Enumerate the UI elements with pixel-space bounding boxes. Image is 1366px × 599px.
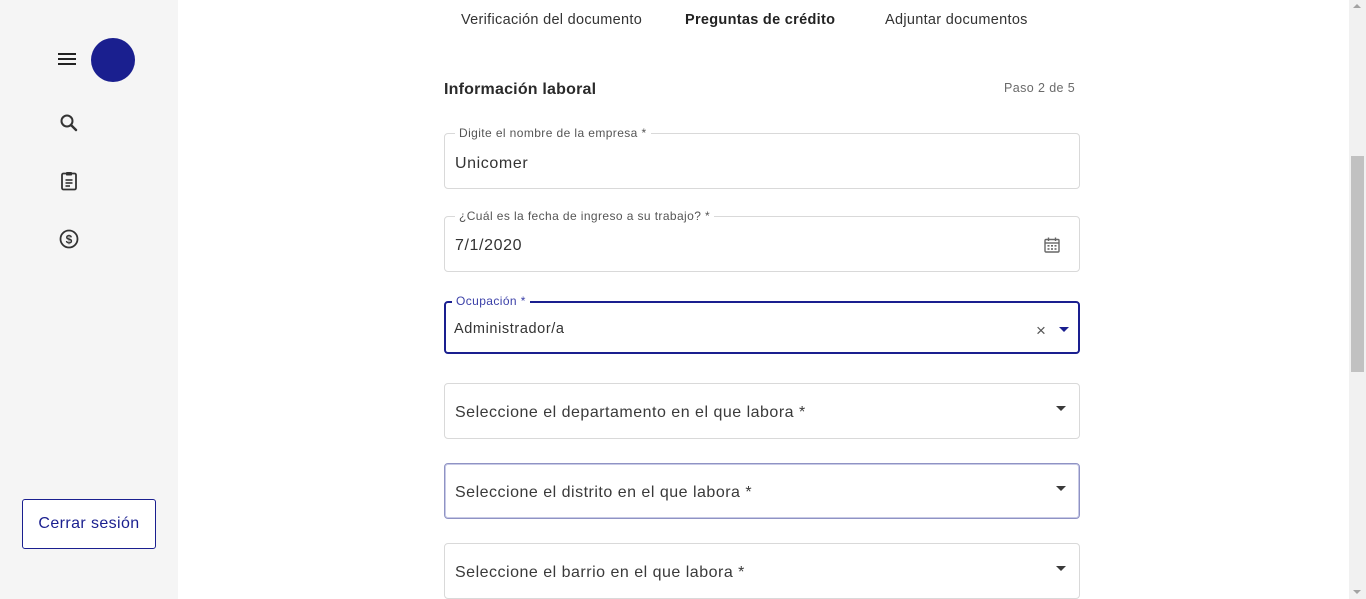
chevron-down-icon[interactable]: [1059, 327, 1069, 332]
section-title: Información laboral: [444, 81, 597, 98]
occupation-value: Administrador/a: [454, 321, 565, 337]
step-indicator: Paso 2 de 5: [1004, 81, 1076, 95]
occupation-select[interactable]: Ocupación * Administrador/a ×: [444, 294, 1080, 354]
district-select[interactable]: Seleccione el distrito en el que labora …: [444, 463, 1080, 519]
tab-credit-questions[interactable]: Preguntas de crédito: [685, 12, 835, 28]
scroll-up-icon[interactable]: [1353, 4, 1361, 8]
search-icon[interactable]: [58, 112, 80, 134]
logout-button[interactable]: Cerrar sesión: [22, 499, 156, 549]
clipboard-icon[interactable]: [58, 170, 80, 192]
start-date-value: 7/1/2020: [455, 237, 523, 254]
calendar-icon[interactable]: [1043, 236, 1061, 254]
neighborhood-select[interactable]: Seleccione el barrio en el que labora *: [444, 543, 1080, 599]
occupation-label: Ocupación *: [452, 294, 530, 308]
tab-document-verification[interactable]: Verificación del documento: [461, 12, 642, 28]
department-placeholder: Seleccione el departamento en el que lab…: [455, 404, 806, 421]
company-name-label: Digite el nombre de la empresa *: [455, 126, 651, 140]
chevron-down-icon[interactable]: [1056, 406, 1066, 411]
svg-text:$: $: [66, 233, 73, 247]
tab-attach-documents[interactable]: Adjuntar documentos: [885, 12, 1028, 28]
chevron-down-icon[interactable]: [1056, 486, 1066, 491]
start-date-field[interactable]: ¿Cuál es la fecha de ingreso a su trabaj…: [444, 209, 1080, 272]
scroll-down-icon[interactable]: [1353, 590, 1361, 594]
clear-icon[interactable]: ×: [1036, 322, 1046, 339]
scrollbar-thumb[interactable]: [1351, 156, 1364, 372]
department-select[interactable]: Seleccione el departamento en el que lab…: [444, 383, 1080, 439]
dollar-circle-icon[interactable]: $: [58, 228, 80, 250]
sidebar: $ Cerrar sesión: [0, 0, 178, 599]
avatar[interactable]: [91, 38, 135, 82]
district-placeholder: Seleccione el distrito en el que labora …: [455, 484, 753, 501]
company-name-field[interactable]: Digite el nombre de la empresa * Unicome…: [444, 126, 1080, 189]
company-name-value: Unicomer: [455, 155, 529, 172]
neighborhood-placeholder: Seleccione el barrio en el que labora *: [455, 564, 745, 581]
chevron-down-icon[interactable]: [1056, 566, 1066, 571]
start-date-label: ¿Cuál es la fecha de ingreso a su trabaj…: [455, 209, 715, 223]
hamburger-menu-icon[interactable]: [57, 50, 77, 68]
